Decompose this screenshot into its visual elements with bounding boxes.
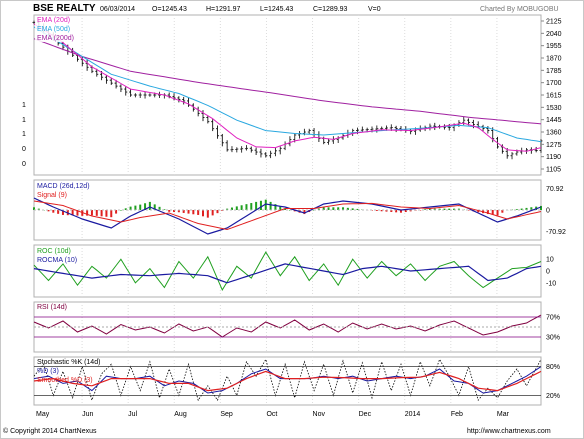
price-tick-label-left: 1 [22, 131, 26, 138]
stoch-tick-label: 20% [546, 393, 560, 400]
macd-histogram-bar [115, 210, 118, 214]
price-tick-label: 1785 [546, 68, 562, 75]
price-tick-label: 1870 [546, 56, 562, 63]
macd-tick-label: -70.92 [546, 229, 566, 236]
high-label: H=1291.97 [206, 6, 241, 13]
price-tick-label-left: 1 [22, 102, 26, 109]
price-tick-label-left: 1 [22, 117, 26, 124]
month-label: 2014 [405, 411, 421, 418]
price-tick-label: 1530 [546, 105, 562, 112]
legend-signal: Signal (9) [37, 192, 67, 199]
macd-histogram-bar [192, 210, 195, 215]
roc-tick-label: -10 [546, 280, 556, 287]
date-label: 06/03/2014 [100, 6, 135, 13]
price-tick-label: 1615 [546, 93, 562, 100]
charted-by-label: Charted By MOBUGOBU [480, 6, 559, 13]
month-label: Mar [497, 411, 510, 418]
low-label: L=1245.43 [260, 6, 293, 13]
chart-canvas: BSE REALTY 06/03/2014 O=1245.43 H=1291.9… [0, 0, 584, 439]
macd-histogram-bar [90, 210, 93, 216]
legend-roc: ROC (10d) [37, 248, 71, 255]
month-label: Nov [313, 411, 326, 418]
macd-histogram-bar [139, 204, 142, 210]
legend-stoch-d: %D (3) [37, 368, 59, 375]
month-label: Aug [174, 411, 187, 418]
macd-histogram-bar [255, 201, 258, 210]
macd-histogram-bar [515, 209, 518, 210]
stoch-tick-label: 80% [546, 364, 560, 371]
price-tick-label: 1700 [546, 80, 562, 87]
url-text: http://www.chartnexus.com [467, 428, 551, 435]
close-label: C=1289.93 [313, 6, 348, 13]
macd-histogram-bar [110, 210, 113, 218]
macd-histogram-bar [269, 201, 272, 210]
legend-ema50: EMA (50d) [37, 26, 70, 33]
legend-rocma: ROCMA (10) [37, 257, 77, 264]
month-label: Jul [128, 411, 137, 418]
month-label: May [36, 411, 50, 418]
legend-rsi: RSI (14d) [37, 304, 67, 311]
legend-macd: MACD (26d,12d) [37, 183, 90, 190]
price-tick-label: 1360 [546, 130, 562, 137]
month-label: Feb [451, 411, 463, 418]
macd-histogram-bar [202, 210, 204, 217]
macd-histogram-bar [197, 210, 200, 215]
rsi-tick-label: 30% [546, 335, 560, 342]
legend-stoch-k: Stochastic %K (14d) [37, 359, 100, 366]
volume-label: V=0 [368, 6, 381, 13]
macd-histogram-bar [240, 205, 243, 210]
legend-ema20: EMA (20d) [37, 17, 70, 24]
month-label: Dec [359, 411, 372, 418]
macd-histogram-bar [375, 210, 378, 211]
macd-histogram-bar [100, 210, 103, 217]
price-tick-label: 2040 [546, 31, 562, 38]
macd-histogram-bar [105, 210, 108, 217]
rsi-tick-label: 70% [546, 315, 560, 322]
month-label: Sep [220, 411, 233, 418]
macd-histogram-bar [245, 204, 248, 210]
macd-tick-label: 0 [546, 208, 550, 215]
macd-tick-label: 70.92 [546, 186, 564, 193]
price-tick-label: 1105 [546, 167, 561, 174]
macd-histogram-bar [57, 210, 60, 214]
macd-histogram-bar [496, 210, 499, 216]
price-tick-label-left: 0 [22, 161, 26, 168]
price-tick-label: 2125 [546, 19, 562, 26]
month-label: Oct [266, 411, 277, 418]
macd-histogram-bar [119, 210, 122, 211]
macd-histogram-bar [95, 210, 98, 216]
legend-ema200: EMA (200d) [37, 35, 74, 42]
chart-title: BSE REALTY [33, 3, 96, 14]
open-label: O=1245.43 [152, 6, 187, 13]
macd-histogram-bar [148, 201, 151, 210]
price-tick-label: 1275 [546, 142, 562, 149]
macd-histogram-bar [250, 203, 253, 210]
roc-tick-label: 10 [546, 257, 554, 264]
macd-histogram-bar [187, 210, 190, 214]
macd-histogram-bar [129, 206, 132, 210]
macd-histogram-bar [448, 208, 451, 210]
macd-histogram-bar [211, 210, 214, 216]
price-tick-label-left: 0 [22, 146, 26, 153]
macd-histogram-bar [206, 210, 209, 218]
copyright-text: © Copyright 2014 ChartNexus [3, 427, 97, 435]
month-label: Jun [82, 411, 93, 418]
price-tick-label: 1445 [546, 117, 562, 124]
macd-histogram-bar [259, 200, 262, 210]
outer-frame [0, 0, 584, 439]
legend-stoch-sd: Smoothed %D (3) [37, 377, 93, 384]
price-tick-label: 1955 [546, 43, 562, 50]
macd-histogram-bar [168, 210, 171, 212]
price-tick-label: 1190 [546, 154, 561, 161]
macd-histogram-bar [540, 205, 542, 210]
roc-tick-label: 0 [546, 269, 550, 276]
macd-histogram-bar [235, 206, 238, 210]
macd-histogram-bar [134, 205, 137, 210]
macd-histogram-bar [424, 209, 427, 210]
